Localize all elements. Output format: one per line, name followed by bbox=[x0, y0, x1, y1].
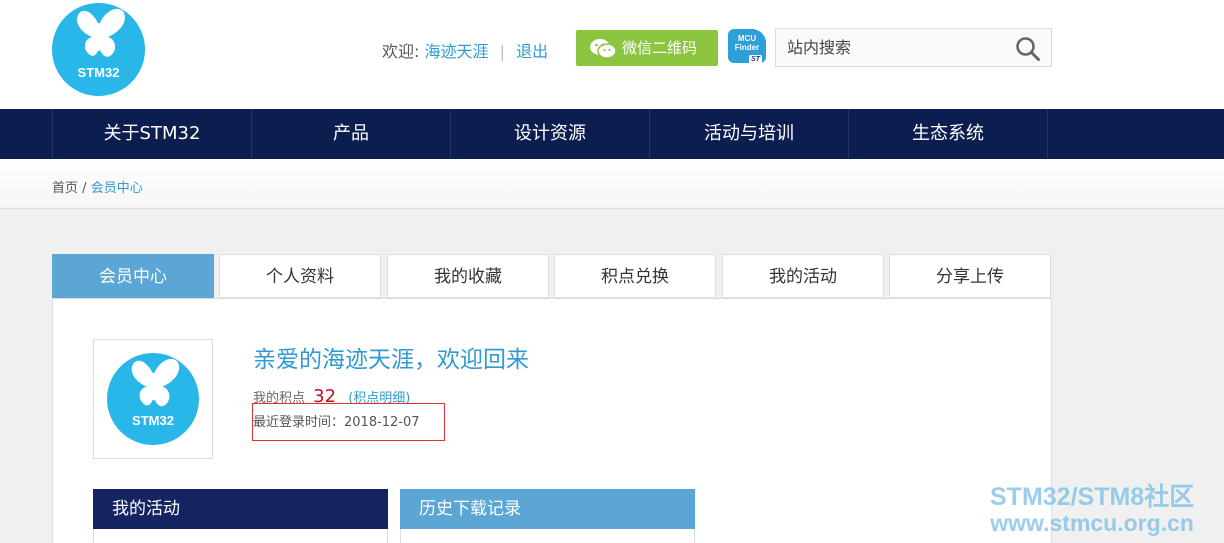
tab-share-upload[interactable]: 分享上传 bbox=[889, 254, 1051, 298]
watermark-line1: STM32/STM8社区 bbox=[990, 483, 1195, 511]
search-icon[interactable] bbox=[1015, 36, 1041, 62]
divider: | bbox=[499, 42, 505, 61]
greeting-title: 亲爱的海迹天涯，欢迎回来 bbox=[253, 347, 529, 373]
wechat-qrcode-button[interactable]: 微信二维码 bbox=[576, 30, 718, 66]
tab-points-exchange[interactable]: 积点兑换 bbox=[554, 254, 716, 298]
nav-divider bbox=[1047, 109, 1048, 159]
welcome-label: 欢迎: bbox=[382, 42, 420, 61]
st-brand-label: ST bbox=[749, 55, 762, 64]
breadcrumb-home[interactable]: 首页 bbox=[52, 181, 78, 196]
my-activities-body bbox=[93, 529, 388, 543]
username-link[interactable]: 海迹天涯 bbox=[425, 42, 489, 61]
welcome-bar: 欢迎: 海迹天涯 | 退出 bbox=[382, 38, 548, 62]
download-history-header: 历史下载记录 bbox=[400, 489, 695, 529]
nav-item-about[interactable]: 关于STM32 bbox=[52, 109, 251, 159]
tab-my-activities[interactable]: 我的活动 bbox=[722, 254, 884, 298]
avatar-logo-text: STM32 bbox=[132, 413, 174, 428]
tab-member-center[interactable]: 会员中心 bbox=[52, 254, 214, 298]
stm32-logo[interactable]: STM32 bbox=[52, 3, 145, 96]
download-history-body bbox=[400, 529, 695, 543]
nav-item-products[interactable]: 产品 bbox=[251, 109, 450, 159]
mcu-badge-line2: Finder bbox=[734, 43, 760, 52]
highlight-box bbox=[252, 403, 445, 441]
breadcrumb-bar: 首页 / 会员中心 bbox=[0, 159, 1224, 209]
breadcrumb-separator: / bbox=[82, 181, 87, 196]
avatar[interactable]: STM32 bbox=[93, 339, 213, 459]
site-search bbox=[775, 28, 1052, 67]
logo-text: STM32 bbox=[77, 65, 120, 80]
search-input[interactable] bbox=[776, 29, 1006, 66]
breadcrumb: 首页 / 会员中心 bbox=[52, 177, 143, 196]
nav-item-events-training[interactable]: 活动与培训 bbox=[649, 109, 848, 159]
tab-favorites[interactable]: 我的收藏 bbox=[387, 254, 549, 298]
wechat-button-label: 微信二维码 bbox=[622, 39, 698, 57]
butterfly-icon bbox=[76, 8, 125, 57]
watermark-line2: www.stmcu.org.cn bbox=[990, 510, 1194, 536]
my-activities-header: 我的活动 bbox=[93, 489, 388, 529]
avatar-logo: STM32 bbox=[107, 353, 199, 445]
mcu-badge-line1: MCU bbox=[737, 34, 757, 43]
butterfly-icon bbox=[131, 358, 180, 407]
nav-item-ecosystem[interactable]: 生态系统 bbox=[848, 109, 1047, 159]
breadcrumb-current: 会员中心 bbox=[90, 181, 143, 196]
wechat-icon bbox=[590, 39, 617, 59]
tab-profile[interactable]: 个人资料 bbox=[219, 254, 381, 298]
site-header: STM32 欢迎: 海迹天涯 | 退出 微信二维码 MCU Finder ST bbox=[0, 0, 1224, 109]
mcu-finder-badge[interactable]: MCU Finder ST bbox=[728, 29, 766, 64]
watermark: STM32/STM8社区 www.stmcu.org.cn bbox=[990, 484, 1194, 536]
logout-link[interactable]: 退出 bbox=[516, 42, 548, 61]
nav-item-design-resources[interactable]: 设计资源 bbox=[450, 109, 649, 159]
main-nav: 关于STM32 产品 设计资源 活动与培训 生态系统 bbox=[0, 109, 1224, 159]
